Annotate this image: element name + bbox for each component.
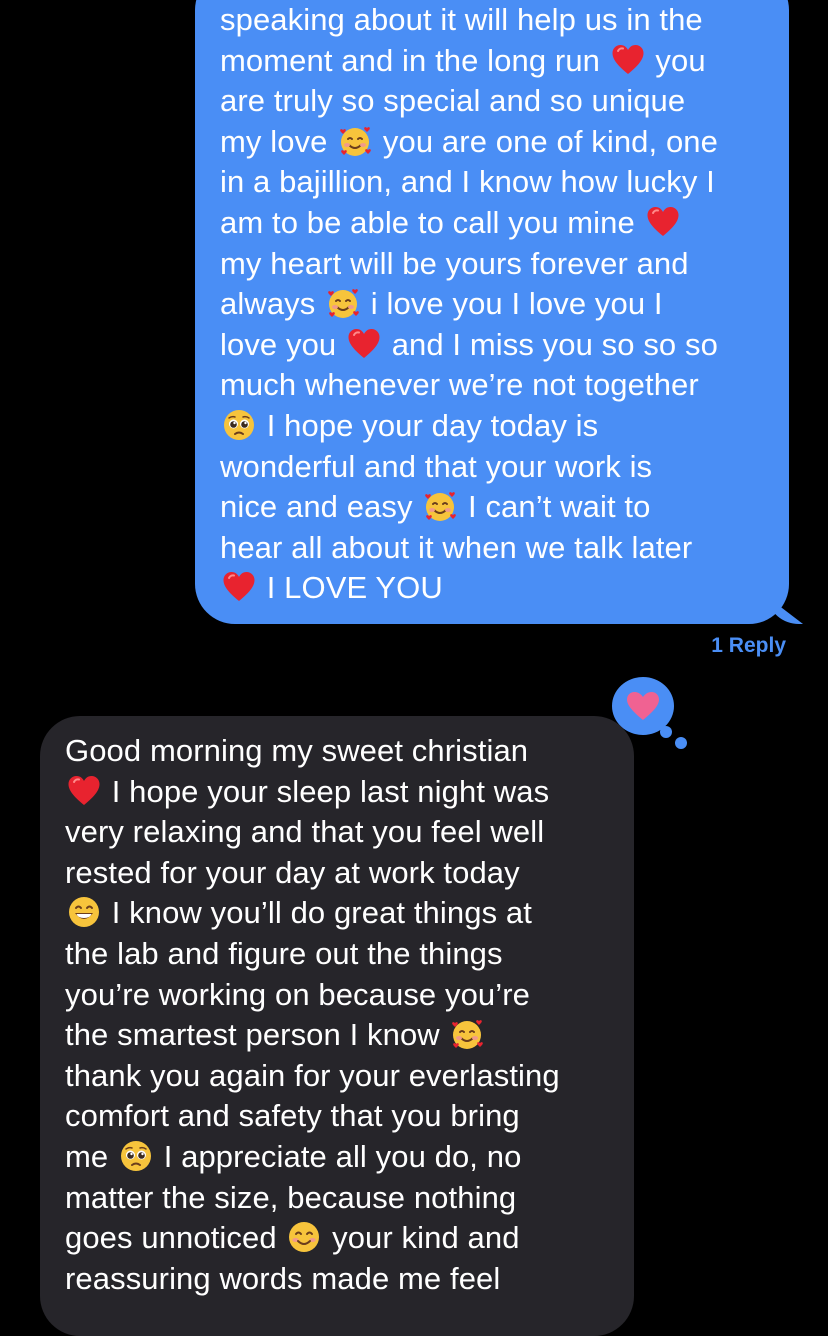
message-line: very relaxing and that you feel well (65, 812, 626, 853)
pleading-face-icon (119, 1139, 153, 1173)
heart-icon (627, 692, 659, 720)
message-text: my love (220, 123, 337, 159)
message-line: are truly so special and so unique (220, 81, 779, 122)
message-line: hear all about it when we talk later (220, 528, 779, 569)
message-text: hear all about it when we talk later (220, 529, 693, 565)
heart-icon (67, 774, 101, 808)
message-text: you’re working on because you’re (65, 976, 531, 1012)
message-line: wonderful and that your work is (220, 447, 779, 488)
tapback-tail-dot-large (660, 726, 672, 738)
received-message-bubble[interactable]: Good morning my sweet christian I hope y… (40, 716, 634, 1336)
message-line: I hope your sleep last night was (65, 772, 626, 813)
message-text: love you (220, 326, 345, 362)
message-text: Good morning my sweet christian (65, 733, 529, 768)
message-line: nice and easy I can’t wait to (220, 487, 779, 528)
message-text: goes unnoticed (65, 1220, 286, 1256)
message-text: in a bajillion, and I know how lucky I (220, 164, 715, 200)
message-text: thank you again for your everlasting (65, 1057, 560, 1093)
grinning-face-icon (67, 895, 101, 929)
message-text: moment and in the long run (220, 42, 609, 78)
message-text: I hope your day today is (258, 407, 599, 443)
message-line: moment and in the long run you (220, 41, 779, 82)
message-line: comfort and safety that you bring (65, 1096, 626, 1137)
message-line: I know you’ll do great things at (65, 893, 626, 934)
message-text: comfort and safety that you bring (65, 1098, 520, 1134)
message-text: I LOVE YOU (258, 570, 443, 606)
message-line: my heart will be yours forever and (220, 244, 779, 285)
message-text: reassuring words made me feel (65, 1260, 501, 1296)
message-text: I can’t wait to (459, 489, 651, 525)
message-text: your kind and (323, 1220, 520, 1256)
message-text: wonderful and that your work is (220, 448, 653, 484)
message-text: am to be able to call you mine (220, 204, 644, 240)
message-line: the smartest person I know (65, 1015, 626, 1056)
message-text: rested for your day at work today (65, 854, 520, 890)
message-line: the lab and figure out the things (65, 934, 626, 975)
message-text: you (646, 42, 706, 78)
message-line: reassuring words made me feel (65, 1259, 626, 1300)
message-text: and I miss you so so so (382, 326, 718, 362)
message-line: rested for your day at work today (65, 853, 626, 894)
message-line: am to be able to call you mine (220, 203, 779, 244)
message-text: you are one of kind, one (374, 123, 718, 159)
message-text: speaking about it will help us in the (220, 2, 703, 37)
heart-icon (222, 570, 256, 604)
message-text: much whenever we’re not together (220, 367, 699, 403)
message-text: nice and easy (220, 489, 422, 525)
message-line: Good morning my sweet christian (65, 731, 626, 772)
smiling-face-with-hearts-icon (338, 124, 372, 158)
message-text: me (65, 1138, 117, 1174)
message-text: I hope your sleep last night was (103, 773, 550, 809)
message-text: matter the size, because nothing (65, 1179, 517, 1215)
smiling-face-with-hearts-icon (450, 1017, 484, 1051)
heart-icon (646, 205, 680, 239)
sent-message-bubble[interactable]: speaking about it will help us in the mom… (195, 0, 789, 624)
message-line: you’re working on because you’re (65, 975, 626, 1016)
message-line: me I appreciate all you do, no (65, 1137, 626, 1178)
pleading-face-icon (222, 408, 256, 442)
message-line: speaking about it will help us in the (220, 0, 779, 41)
heart-icon (611, 43, 645, 77)
message-line: I LOVE YOU (220, 568, 779, 609)
message-line: always i love you I love you I (220, 284, 779, 325)
smiling-face-with-hearts-icon (326, 286, 360, 320)
message-text: my heart will be yours forever and (220, 245, 689, 281)
message-line: thank you again for your everlasting (65, 1056, 626, 1097)
message-line: I hope your day today is (220, 406, 779, 447)
message-text: I know you’ll do great things at (103, 895, 532, 931)
message-line: in a bajillion, and I know how lucky I (220, 162, 779, 203)
message-text: very relaxing and that you feel well (65, 814, 545, 850)
message-line: much whenever we’re not together (220, 365, 779, 406)
tapback-tail-dot-small (675, 737, 687, 749)
heart-icon (347, 327, 381, 361)
message-text: always (220, 286, 325, 322)
message-line: my love you are one of kind, one (220, 122, 779, 163)
message-text: I appreciate all you do, no (154, 1138, 522, 1174)
smiling-face-with-hearts-icon (423, 489, 457, 523)
message-text: are truly so special and so unique (220, 83, 686, 119)
message-line: goes unnoticed your kind and (65, 1218, 626, 1259)
message-line: matter the size, because nothing (65, 1178, 626, 1219)
thread-reply-link[interactable]: 1 Reply (711, 634, 786, 658)
message-line: love you and I miss you so so so (220, 325, 779, 366)
message-text: i love you I love you I (362, 286, 663, 322)
smiling-face-icon (287, 1220, 321, 1254)
message-text: the smartest person I know (65, 1017, 449, 1053)
message-text: the lab and figure out the things (65, 935, 503, 971)
